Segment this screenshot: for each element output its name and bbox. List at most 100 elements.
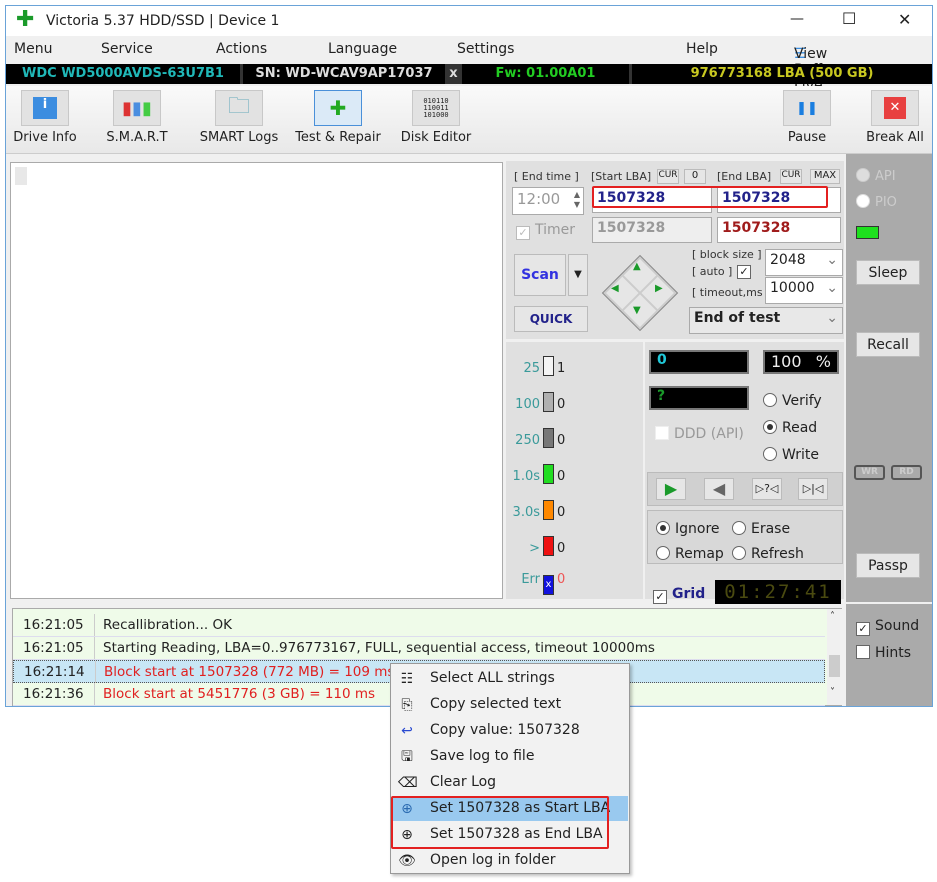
erase-radio[interactable]: Erase: [732, 521, 790, 537]
app-logo-icon: ✚: [16, 7, 35, 32]
chevron-down-icon: ⌄: [826, 280, 838, 296]
pause-button[interactable]: ❚❚ Pause: [782, 90, 832, 145]
legend-item: >0: [506, 536, 576, 556]
test-repair-button[interactable]: ✚ Test & Repair: [294, 90, 382, 145]
play-forward-button[interactable]: ▶: [656, 478, 686, 500]
rd-indicator: RD: [891, 465, 922, 480]
auto-label: [ auto ]: [692, 265, 733, 278]
legend-swatch: [543, 428, 554, 448]
status-led: [856, 226, 879, 239]
minimize-button[interactable]: —: [790, 11, 804, 27]
maximize-button[interactable]: ☐: [842, 9, 856, 28]
window-title: Victoria 5.37 HDD/SSD | Device 1: [46, 13, 280, 29]
legend-item: 250 0: [506, 428, 576, 448]
elapsed-timer: 01:27:41: [715, 580, 841, 604]
menu-menu[interactable]: Menu: [14, 41, 52, 57]
timer-checkbox[interactable]: ✓ Timer: [516, 222, 575, 240]
ignore-radio[interactable]: Ignore: [656, 521, 720, 537]
auto-checkbox[interactable]: ✓: [737, 265, 751, 279]
close-drive-button[interactable]: x: [448, 64, 462, 84]
chevron-down-icon: ⌄: [826, 310, 838, 326]
close-button[interactable]: ✕: [898, 10, 911, 29]
end-lba-current-field: 1507328: [717, 217, 841, 243]
verify-radio[interactable]: Verify: [763, 393, 822, 409]
start-lba-label: [Start LBA]: [591, 170, 652, 183]
copy-value-icon: ↩: [401, 723, 413, 739]
end-lba-label: [End LBA]: [717, 170, 772, 183]
menu-language[interactable]: Language: [328, 41, 397, 57]
menu-item-save-log[interactable]: 🖫 Save log to file: [392, 744, 628, 769]
end-action-select[interactable]: End of test ⌄: [689, 307, 843, 334]
passp-button[interactable]: Passp: [856, 553, 920, 578]
pio-radio[interactable]: PIO: [856, 194, 897, 210]
spinner-icon[interactable]: ▲ ▼: [574, 190, 580, 210]
read-radio[interactable]: Read: [763, 420, 817, 436]
test-controls-panel: [ End time ] [Start LBA] CUR 0 [End LBA]…: [506, 161, 844, 339]
start-zero-button[interactable]: 0: [684, 169, 706, 184]
scan-dropdown-arrow[interactable]: ▼: [568, 254, 588, 296]
arrow-up-icon: ▲: [633, 261, 641, 272]
log-row[interactable]: 16:21:05 Starting Reading, LBA=0..9767731…: [13, 637, 825, 660]
timeout-label: [ timeout,ms ]: [692, 286, 771, 299]
percent-value: 100: [771, 352, 802, 371]
grid-checkbox[interactable]: ✓ Grid: [653, 586, 705, 604]
arrow-down-icon: ▼: [633, 305, 641, 316]
sound-checkbox[interactable]: ✓ Sound: [856, 618, 919, 636]
menu-item-clear-log[interactable]: ⌫ Clear Log: [392, 770, 628, 795]
scroll-up-icon[interactable]: ˄: [830, 611, 835, 622]
butterfly-button[interactable]: ▷|◁: [798, 478, 828, 500]
refresh-radio[interactable]: Refresh: [732, 546, 804, 562]
end-cur-button[interactable]: CUR: [780, 169, 802, 184]
scan-button[interactable]: Scan: [514, 254, 566, 296]
log-row[interactable]: 16:21:05 Recallibration... OK: [13, 614, 825, 637]
log-context-menu: ☷ Select ALL strings ⎘ Copy selected text …: [390, 663, 630, 874]
drive-info-button[interactable]: i Drive Info: [10, 90, 80, 145]
copy-icon: ⎘: [401, 697, 413, 713]
recall-button[interactable]: Recall: [856, 332, 920, 357]
lba-highlight-box: [592, 186, 828, 208]
stop-x-icon: ✕: [884, 97, 906, 119]
legend-swatch: [543, 500, 554, 520]
menu-settings[interactable]: Settings: [457, 41, 514, 57]
menu-item-open-folder[interactable]: 👁 Open log in folder: [392, 848, 628, 873]
play-backward-button[interactable]: ◀: [704, 478, 734, 500]
menu-item-select-all[interactable]: ☷ Select ALL strings: [392, 666, 628, 691]
smart-logs-button[interactable]: 🗀 SMART Logs: [194, 90, 284, 145]
drive-serial: SN: WD-WCAV9AP17037: [243, 64, 448, 84]
random-button[interactable]: ▷?◁: [752, 478, 782, 500]
disk-editor-button[interactable]: 010110 110011 101000 Disk Editor: [400, 90, 472, 145]
menu-actions[interactable]: Actions: [216, 41, 267, 57]
log-scrollbar[interactable]: ˄ ˅: [827, 609, 842, 705]
arrow-left-icon: ◀: [611, 283, 619, 294]
set-lba-highlight-box: [391, 796, 609, 849]
arrow-right-icon: ▶: [655, 283, 663, 294]
end-action-value: End of test: [694, 310, 781, 326]
write-radio[interactable]: Write: [763, 447, 819, 463]
block-size-select[interactable]: 2048 ⌄: [765, 249, 843, 276]
menu-help[interactable]: Help: [686, 41, 718, 57]
api-radio[interactable]: API: [856, 168, 896, 184]
timeout-select[interactable]: 10000 ⌄: [765, 277, 843, 304]
scroll-down-icon[interactable]: ˅: [830, 687, 835, 698]
hints-checkbox[interactable]: Hints: [856, 645, 911, 661]
break-all-button[interactable]: ✕ Break All: [864, 90, 926, 145]
quick-button[interactable]: QUICK: [514, 306, 588, 332]
wr-indicator: WR: [854, 465, 885, 480]
repair-options: Ignore Erase Remap Refresh: [647, 510, 843, 564]
ddd-checkbox[interactable]: DDD (API): [655, 426, 744, 442]
legend-item: 100 0: [506, 392, 576, 412]
sleep-button[interactable]: Sleep: [856, 260, 920, 285]
menu-item-copy-selected[interactable]: ⎘ Copy selected text: [392, 692, 628, 717]
end-time-input[interactable]: 12:00 ▲ ▼: [512, 187, 584, 215]
menu-item-copy-value[interactable]: ↩ Copy value: 1507328: [392, 718, 628, 743]
start-cur-button[interactable]: CUR: [657, 169, 679, 184]
scroll-thumb[interactable]: [829, 655, 840, 677]
drive-capacity: 976773168 LBA (500 GB): [690, 66, 874, 81]
end-max-button[interactable]: MAX: [810, 169, 840, 184]
pause-icon: ❚❚: [796, 100, 818, 116]
title-bar: ✚ Victoria 5.37 HDD/SSD | Device 1 — ☐ ✕: [6, 6, 932, 36]
block-size-value: 2048: [770, 252, 806, 268]
remap-radio[interactable]: Remap: [656, 546, 724, 562]
smart-button[interactable]: ▮▮▮ S.M.A.R.T: [102, 90, 172, 145]
menu-service[interactable]: Service: [101, 41, 153, 57]
